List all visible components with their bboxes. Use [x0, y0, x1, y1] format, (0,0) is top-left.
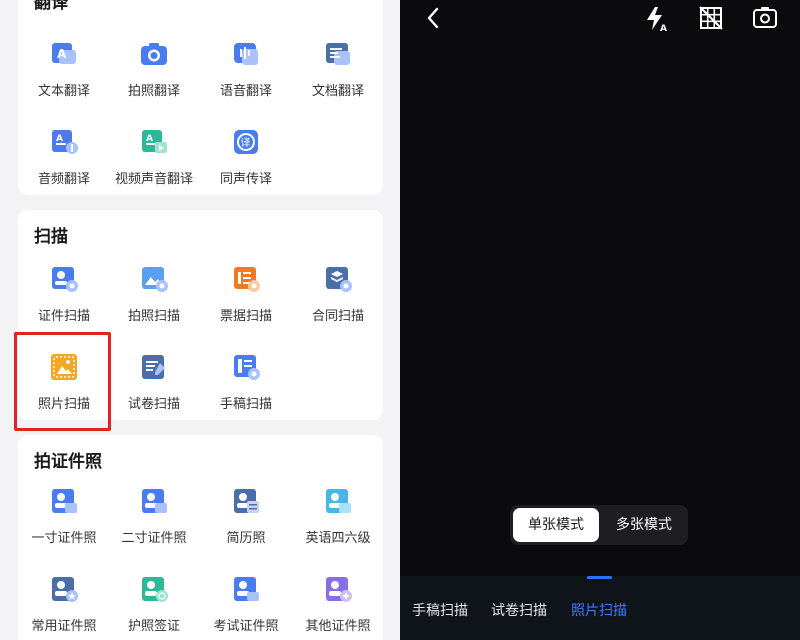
active-tab-indicator	[587, 576, 612, 579]
tool-document-translate[interactable]: 文档翻译	[292, 40, 384, 120]
resume-photo-icon	[234, 489, 259, 513]
tool-text-translate[interactable]: A 文本翻译	[18, 40, 110, 120]
tool-other-id-photo[interactable]: 其他证件照	[292, 575, 384, 640]
document-translate-icon	[326, 43, 350, 65]
tool-audio-translate[interactable]: A 音频翻译	[18, 128, 110, 208]
scan-title: 扫描	[34, 227, 68, 247]
tool-label: 视频声音翻译	[114, 172, 193, 187]
chevron-left-icon	[427, 7, 439, 29]
tool-label: 合同扫描	[311, 309, 364, 324]
tool-label: 文档翻译	[311, 84, 364, 99]
translate-title: 翻译	[34, 0, 68, 13]
id-photo-card: 拍证件照 一寸证件照 二寸证件照 简历照 英语四六级 常用证件照 护照签证 考试…	[18, 435, 383, 640]
id-photo-title: 拍证件照	[34, 452, 102, 472]
contract-scan-icon	[326, 267, 352, 292]
manuscript-scan-icon	[234, 355, 260, 380]
tool-label: 拍照扫描	[127, 309, 180, 324]
tool-exam-id-photo[interactable]: 考试证件照	[200, 575, 292, 640]
tool-manuscript-scan[interactable]: 手稿扫描	[200, 353, 292, 433]
tool-receipt-scan[interactable]: 票据扫描	[200, 265, 292, 345]
tool-photo-scan[interactable]: 拍照扫描	[108, 265, 200, 345]
flash-button[interactable]: A	[642, 4, 670, 34]
tab-picture-scan[interactable]: 照片扫描	[571, 600, 627, 620]
id-scan-icon	[52, 267, 78, 292]
tool-cet-photo[interactable]: 英语四六级	[292, 487, 384, 567]
svg-text:A: A	[56, 134, 63, 144]
tool-label: 考试证件照	[213, 619, 279, 634]
tool-label: 简历照	[226, 531, 266, 546]
other-id-photo-icon	[326, 577, 352, 602]
tool-label: 常用证件照	[31, 619, 97, 634]
tool-video-translate[interactable]: A 视频声音翻译	[108, 128, 200, 208]
video-translate-icon: A	[142, 130, 167, 153]
translate-card: 翻译 A 文本翻译 拍照翻译 语音翻译 文档翻译 A 音频翻译 A 视频声音翻译…	[18, 0, 383, 195]
tool-simultaneous-interpret[interactable]: 译 同声传译	[200, 128, 292, 208]
voice-translate-icon	[234, 43, 258, 65]
exam-scan-icon	[142, 355, 165, 379]
switch-camera-icon	[753, 7, 777, 28]
tool-label: 手稿扫描	[219, 397, 272, 412]
tool-exam-scan[interactable]: 试卷扫描	[108, 353, 200, 433]
svg-text:译: 译	[241, 137, 251, 149]
tool-label: 语音翻译	[219, 84, 272, 99]
tool-label: 票据扫描	[219, 309, 272, 324]
tool-label: 同声传译	[219, 172, 272, 187]
tool-passport-visa[interactable]: 护照签证	[108, 575, 200, 640]
camera-translate-icon	[141, 43, 167, 65]
tool-contract-scan[interactable]: 合同扫描	[292, 265, 384, 345]
tool-voice-translate[interactable]: 语音翻译	[200, 40, 292, 120]
tool-one-inch-photo[interactable]: 一寸证件照	[18, 487, 110, 567]
svg-text:A: A	[660, 24, 667, 32]
tool-label: 音频翻译	[37, 172, 90, 187]
common-id-photo-icon	[52, 577, 78, 602]
tool-label: 文本翻译	[37, 84, 90, 99]
svg-text:A: A	[57, 47, 67, 61]
tool-label: 二寸证件照	[121, 531, 187, 546]
tab-exam-scan[interactable]: 试卷扫描	[491, 600, 547, 620]
cet-photo-icon	[326, 489, 351, 513]
tool-resume-photo[interactable]: 简历照	[200, 487, 292, 567]
tools-panel: 翻译 A 文本翻译 拍照翻译 语音翻译 文档翻译 A 音频翻译 A 视频声音翻译…	[0, 0, 400, 640]
passport-visa-icon	[142, 577, 168, 602]
grid-off-icon	[699, 6, 723, 30]
receipt-scan-icon	[234, 267, 260, 292]
tool-label: 一寸证件照	[31, 531, 97, 546]
tool-common-id-photo[interactable]: 常用证件照	[18, 575, 110, 640]
capture-mode-switch: 单张模式 多张模式	[510, 505, 688, 545]
text-translate-icon: A	[52, 43, 76, 64]
single-mode-button[interactable]: 单张模式	[513, 508, 599, 542]
tool-label: 英语四六级	[305, 531, 371, 546]
two-inch-photo-icon	[142, 489, 167, 513]
simultaneous-interpret-icon: 译	[234, 130, 258, 154]
flash-auto-icon: A	[647, 7, 667, 34]
one-inch-photo-icon	[52, 489, 77, 513]
audio-translate-icon: A	[52, 130, 78, 154]
tool-camera-translate[interactable]: 拍照翻译	[108, 40, 200, 120]
selection-highlight	[14, 332, 111, 431]
tool-label: 拍照翻译	[127, 84, 180, 99]
tool-label: 证件扫描	[37, 309, 90, 324]
grid-button[interactable]	[697, 4, 725, 32]
photo-scan-icon	[142, 267, 168, 292]
tab-manuscript-scan[interactable]: 手稿扫描	[412, 600, 468, 620]
switch-camera-button[interactable]	[751, 4, 779, 32]
tool-two-inch-photo[interactable]: 二寸证件照	[108, 487, 200, 567]
tool-label: 试卷扫描	[127, 397, 180, 412]
back-button[interactable]	[420, 4, 448, 32]
tool-label: 其他证件照	[305, 619, 371, 634]
multi-mode-button[interactable]: 多张模式	[602, 508, 686, 542]
svg-text:A: A	[146, 134, 153, 144]
exam-id-photo-icon	[234, 577, 259, 601]
tool-label: 护照签证	[127, 619, 180, 634]
